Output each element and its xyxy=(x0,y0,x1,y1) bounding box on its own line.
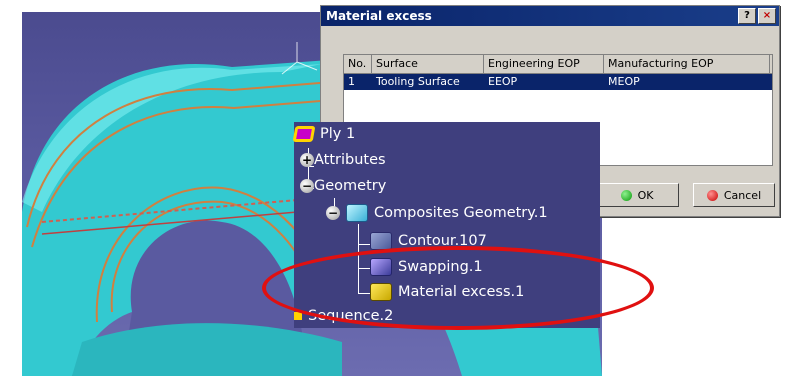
tree-node-label: Composites Geometry.1 xyxy=(374,205,548,221)
cancel-icon xyxy=(706,189,718,201)
help-button[interactable]: ? xyxy=(738,8,756,24)
ok-icon xyxy=(620,189,632,201)
tree-node-ply[interactable]: Ply 1 xyxy=(292,126,356,142)
tree-node-label: Ply 1 xyxy=(320,126,356,142)
tree-connector xyxy=(358,244,370,245)
column-header-no[interactable]: No. xyxy=(344,55,372,73)
cancel-button[interactable]: Cancel xyxy=(693,183,775,207)
tree-node-label: Attributes xyxy=(314,152,386,168)
highlight-ellipse xyxy=(262,246,654,330)
collapse-icon[interactable]: − xyxy=(326,206,340,220)
tree-node-composites-geometry[interactable]: − Composites Geometry.1 xyxy=(326,204,548,222)
tree-node-attributes[interactable]: + Attributes xyxy=(300,152,386,168)
tree-node-geometry[interactable]: − Geometry xyxy=(300,178,386,194)
column-header-manufacturing-eop[interactable]: Manufacturing EOP xyxy=(604,55,770,73)
cancel-label: Cancel xyxy=(723,188,762,202)
cell-surface: Tooling Surface xyxy=(376,75,460,88)
column-header-surface[interactable]: Surface xyxy=(372,55,484,73)
table-header: No. Surface Engineering EOP Manufacturin… xyxy=(344,55,772,74)
expand-icon[interactable]: + xyxy=(300,153,314,167)
contour-icon xyxy=(370,232,392,250)
table-row[interactable]: 1 Tooling Surface EEOP MEOP xyxy=(344,74,772,90)
dialog-title: Material excess xyxy=(326,9,432,23)
cell-manufacturing-eop: MEOP xyxy=(608,75,640,88)
column-header-engineering-eop[interactable]: Engineering EOP xyxy=(484,55,604,73)
collapse-icon[interactable]: − xyxy=(300,179,314,193)
ok-label: OK xyxy=(637,188,654,202)
cell-no: 1 xyxy=(348,75,355,88)
close-button[interactable]: × xyxy=(758,8,776,24)
ply-icon xyxy=(292,126,316,142)
dialog-titlebar[interactable]: Material excess ? × xyxy=(321,6,779,26)
tree-node-label: Geometry xyxy=(314,178,387,194)
composites-geometry-icon xyxy=(346,204,368,222)
ok-button[interactable]: OK xyxy=(595,183,679,207)
cell-engineering-eop: EEOP xyxy=(488,75,518,88)
